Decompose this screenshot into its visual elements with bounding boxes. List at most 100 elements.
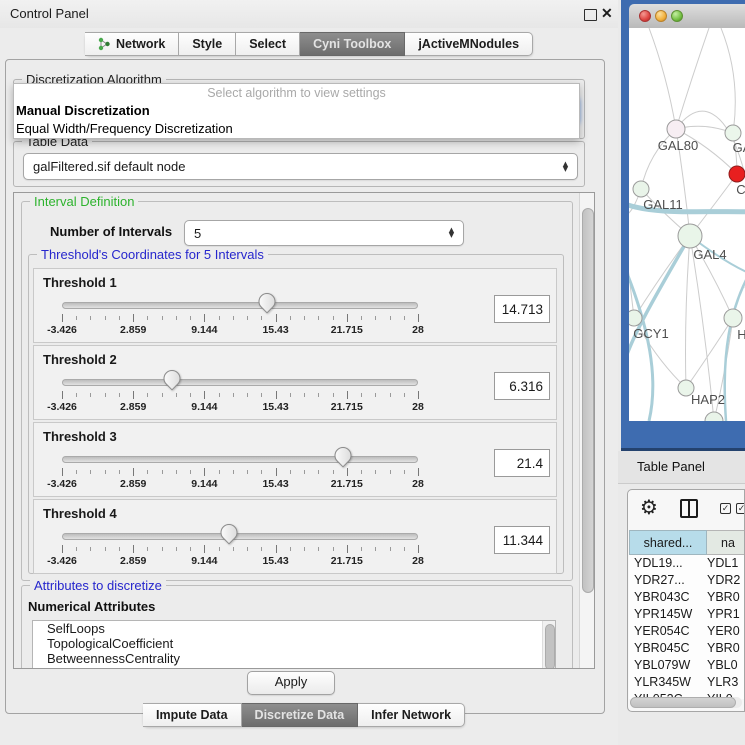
dropdown-prompt[interactable]: Select algorithm to view settings (14, 84, 579, 102)
threshold-value-field[interactable]: 6.316 (494, 372, 550, 400)
threshold-value-field[interactable]: 11.344 (494, 526, 550, 554)
tab-segment[interactable]: Cyni Toolbox (300, 32, 405, 56)
tab-label: Network (116, 37, 165, 51)
network-node[interactable] (667, 120, 685, 138)
minimize-traffic-light-icon[interactable] (655, 10, 667, 22)
tick-mark (219, 393, 220, 397)
attribute-list-item[interactable]: SelfLoops (33, 621, 555, 636)
slider-track[interactable] (62, 456, 418, 463)
tick-mark (204, 391, 205, 399)
horizontal-scrollbar[interactable] (630, 697, 742, 708)
threshold-slider[interactable]: -3.4262.8599.14415.4321.71528 (62, 500, 418, 573)
network-window-titlebar[interactable] (629, 4, 745, 29)
tab-segment[interactable]: Impute Data (143, 703, 242, 727)
tab-segment[interactable]: Style (179, 32, 236, 56)
panel-scrollbar[interactable] (579, 193, 594, 668)
slider-tick-labels: -3.4262.8599.14415.4321.71528 (62, 555, 418, 567)
tick-mark (404, 393, 405, 397)
table-row[interactable]: YBR043C YBR0 (629, 589, 745, 606)
tab-segment[interactable]: Discretize Data (242, 703, 359, 727)
tick-label: 9.144 (191, 324, 217, 336)
tick-mark (204, 314, 205, 322)
stepper-arrows-icon: ▲▼ (558, 162, 573, 172)
table-row[interactable]: YDL19... YDL1 (629, 555, 745, 572)
network-node[interactable] (725, 125, 741, 141)
gear-icon[interactable]: ⚙ (640, 495, 658, 519)
column-header-name[interactable]: na (707, 530, 745, 555)
close-icon[interactable]: ✕ (601, 5, 613, 22)
scrollbar-thumb[interactable] (582, 208, 594, 593)
tick-mark (119, 547, 120, 551)
network-node[interactable] (724, 309, 742, 327)
dropdown-option[interactable]: Manual Discretization (14, 102, 579, 120)
cell-name: YDR2 (707, 572, 745, 589)
slider-track[interactable] (62, 533, 418, 540)
cell-shared-name: YER054C (629, 623, 707, 640)
slider-track[interactable] (62, 379, 418, 386)
zoom-traffic-light-icon[interactable] (671, 10, 683, 22)
scrollbar-thumb[interactable] (630, 697, 736, 708)
split-columns-icon[interactable] (680, 499, 698, 518)
table-row[interactable]: YER054C YER0 (629, 623, 745, 640)
tab-segment[interactable]: Infer Network (358, 703, 465, 727)
node-table: ⚙ ✓ ✓ shared... na YDL19... YDL1 YDR2 (627, 489, 745, 712)
slider-thumb[interactable] (160, 366, 184, 390)
tab-segment[interactable]: jActiveMNodules (405, 32, 533, 56)
table-row[interactable]: YLR345W YLR3 (629, 674, 745, 691)
threshold-slider[interactable]: -3.4262.8599.14415.4321.71528 (62, 346, 418, 419)
tick-mark (361, 547, 362, 551)
tick-mark (247, 470, 248, 474)
attribute-list-item[interactable]: BetweennessCentrality (33, 651, 555, 666)
slider-thumb[interactable] (217, 520, 241, 544)
table-data-combo[interactable]: galFiltered.sif default node ▲▼ (23, 153, 578, 180)
table-row[interactable]: YDR27... YDR2 (629, 572, 745, 589)
network-node[interactable] (678, 224, 702, 248)
network-node[interactable] (729, 166, 745, 182)
cell-shared-name: YBL079W (629, 657, 707, 674)
tick-label: -3.426 (47, 401, 77, 413)
tick-mark (276, 545, 277, 553)
tick-label: 21.715 (331, 401, 363, 413)
network-node-label: GAL11 (643, 197, 683, 212)
slider-thumb[interactable] (331, 443, 355, 467)
slider-tick-labels: -3.4262.8599.14415.4321.71528 (62, 401, 418, 413)
slider-thumb[interactable] (255, 289, 279, 313)
tab-label: Infer Network (371, 708, 451, 722)
list-scrollbar[interactable] (542, 621, 555, 669)
scrollbar-thumb[interactable] (545, 624, 555, 669)
threshold-row: Threshold 2 -3.4262.8599.14415.4321.7152… (33, 345, 557, 420)
attribute-list-item[interactable]: TopologicalCoefficient (33, 636, 555, 651)
network-node-label: GCY1 (633, 326, 668, 341)
network-node[interactable] (633, 181, 649, 197)
float-window-icon[interactable] (584, 9, 597, 21)
network-node[interactable] (705, 412, 723, 421)
tick-mark (76, 547, 77, 551)
tick-mark (290, 393, 291, 397)
threshold-slider[interactable]: -3.4262.8599.14415.4321.71528 (62, 269, 418, 342)
checkbox-icon[interactable]: ✓ (736, 503, 745, 514)
threshold-value-field[interactable]: 14.713 (494, 295, 550, 323)
tab-segment[interactable]: Network (85, 32, 179, 56)
checkbox-icon[interactable]: ✓ (720, 503, 731, 514)
table-row[interactable]: YBL079W YBL0 (629, 657, 745, 674)
cell-name: YBR0 (707, 589, 745, 606)
network-node[interactable] (629, 310, 642, 326)
table-row[interactable]: YPR145W YPR1 (629, 606, 745, 623)
tick-mark (375, 470, 376, 474)
table-row[interactable]: YBR045C YBR0 (629, 640, 745, 657)
network-canvas[interactable]: GAL80GACGAL11GAL4GCY1HHAP2 (629, 28, 745, 421)
tab-segment[interactable]: Select (236, 32, 300, 56)
threshold-slider[interactable]: -3.4262.8599.14415.4321.71528 (62, 423, 418, 496)
tab-label: Discretize Data (255, 708, 345, 722)
tick-mark (404, 547, 405, 551)
threshold-value-field[interactable]: 21.4 (494, 449, 550, 477)
apply-button[interactable]: Apply (247, 671, 335, 695)
slider-track[interactable] (62, 302, 418, 309)
dropdown-option[interactable]: Equal Width/Frequency Discretization (14, 120, 579, 138)
number-of-intervals-combo[interactable]: 5 ▲▼ (184, 220, 464, 246)
tick-mark (133, 545, 134, 553)
close-traffic-light-icon[interactable] (639, 10, 651, 22)
column-header-shared-name[interactable]: shared... (629, 530, 707, 555)
tick-mark (418, 314, 419, 322)
tick-mark (176, 316, 177, 320)
